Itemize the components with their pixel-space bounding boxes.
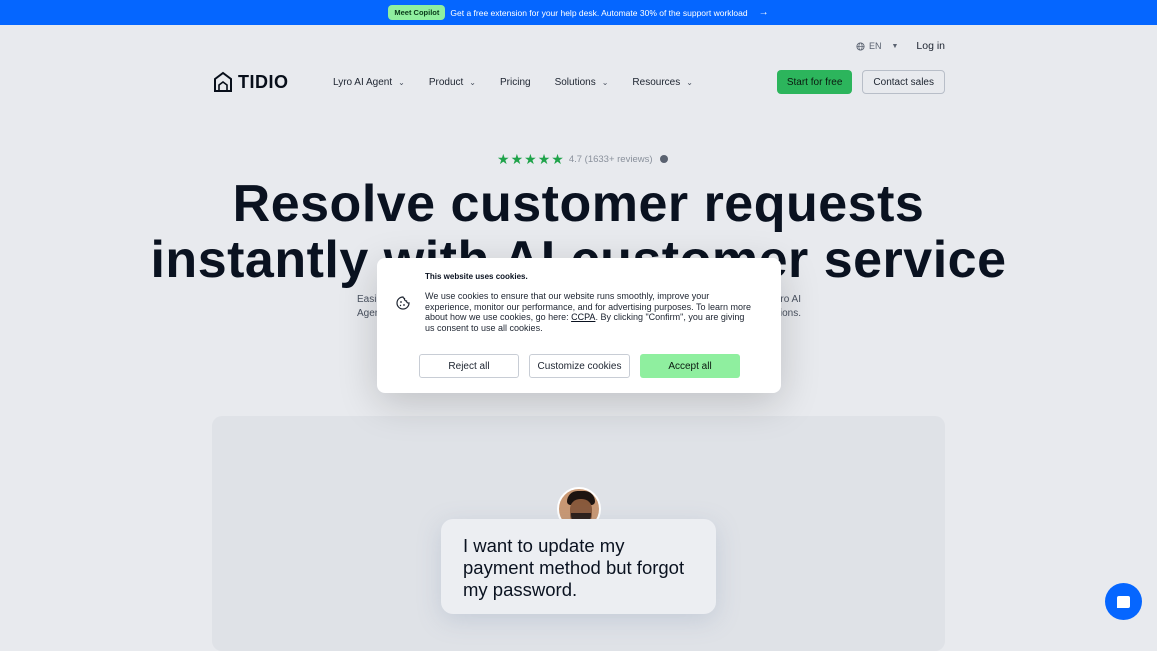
start-for-free-button[interactable]: Start for free <box>776 70 853 94</box>
tidio-logo[interactable]: TIDIO <box>212 71 333 93</box>
cookie-modal-body: We use cookies to ensure that our websit… <box>425 291 751 333</box>
contact-sales-button[interactable]: Contact sales <box>862 70 945 94</box>
chevron-down-icon: ⌄ <box>601 77 609 87</box>
rating: ★ ★ ★ ★ ★ 4.7 (1633+ reviews) <box>497 152 668 166</box>
info-icon[interactable] <box>659 155 668 163</box>
nav-actions: Start for free Contact sales <box>776 70 945 94</box>
star-icon: ★ <box>524 151 537 167</box>
cookie-modal-actions: Reject all Customize cookies Accept all <box>419 354 740 378</box>
logo-text: TIDIO <box>238 71 289 92</box>
star-icon: ★ <box>497 151 510 167</box>
announcement-text[interactable]: Get a free extension for your help desk.… <box>450 8 747 18</box>
nav-item-pricing[interactable]: Pricing <box>500 77 531 88</box>
nav-item-label: Product <box>428 76 464 88</box>
language-label: EN <box>868 41 882 51</box>
arrow-right-icon[interactable]: → <box>759 7 769 18</box>
login-link[interactable]: Log in <box>916 40 945 52</box>
globe-icon <box>856 41 865 51</box>
chevron-down-icon: ⌄ <box>398 77 405 87</box>
star-icon: ★ <box>551 151 564 167</box>
main-nav: TIDIO Lyro AI Agent ⌄ Product ⌄ Pricing … <box>212 70 945 94</box>
nav-item-solutions[interactable]: Solutions ⌄ <box>555 77 609 88</box>
ccpa-link[interactable]: CCPA <box>571 312 595 322</box>
customize-cookies-button[interactable]: Customize cookies <box>529 354 630 378</box>
announcement-bar[interactable]: Meet Copilot Get a free extension for yo… <box>0 0 1157 25</box>
subtitle-fragment: ro AI <box>780 294 801 305</box>
language-selector[interactable]: EN ▼ <box>856 41 898 51</box>
chat-launcher-button[interactable] <box>1105 583 1142 620</box>
nav-item-label: Pricing <box>500 76 531 88</box>
chevron-down-icon: ⌄ <box>686 77 693 87</box>
utility-bar: EN ▼ Log in <box>856 40 945 52</box>
chat-message-bubble: I want to update my payment method but f… <box>441 519 716 614</box>
nav-items: Lyro AI Agent ⌄ Product ⌄ Pricing Soluti… <box>333 77 717 88</box>
meet-copilot-badge[interactable]: Meet Copilot <box>388 5 446 20</box>
accept-all-button[interactable]: Accept all <box>640 354 740 378</box>
nav-item-lyro[interactable]: Lyro AI Agent ⌄ <box>333 77 405 88</box>
star-icon: ★ <box>510 151 524 167</box>
subtitle-fragment: Easil <box>357 294 379 305</box>
nav-item-label: Resources <box>632 76 681 88</box>
nav-item-label: Solutions <box>554 76 596 88</box>
cookie-consent-modal: This website uses cookies. We use cookie… <box>377 258 781 393</box>
cookie-modal-title: This website uses cookies. <box>425 272 528 281</box>
chat-bubble-icon <box>1117 595 1130 608</box>
caret-down-icon: ▼ <box>891 42 899 50</box>
nav-item-product[interactable]: Product ⌄ <box>429 77 476 88</box>
chevron-down-icon: ⌄ <box>469 77 476 87</box>
nav-item-resources[interactable]: Resources ⌄ <box>632 77 693 88</box>
cookie-icon <box>396 296 410 310</box>
rating-text: 4.7 (1633+ reviews) <box>568 153 653 165</box>
star-icon: ★ <box>537 151 551 167</box>
tidio-logo-icon <box>214 71 232 92</box>
reject-all-button[interactable]: Reject all <box>419 354 519 378</box>
nav-item-label: Lyro AI Agent <box>333 76 393 88</box>
subtitle-fragment: ions. <box>779 308 801 319</box>
headline-line-1: Resolve customer requests <box>232 175 925 233</box>
